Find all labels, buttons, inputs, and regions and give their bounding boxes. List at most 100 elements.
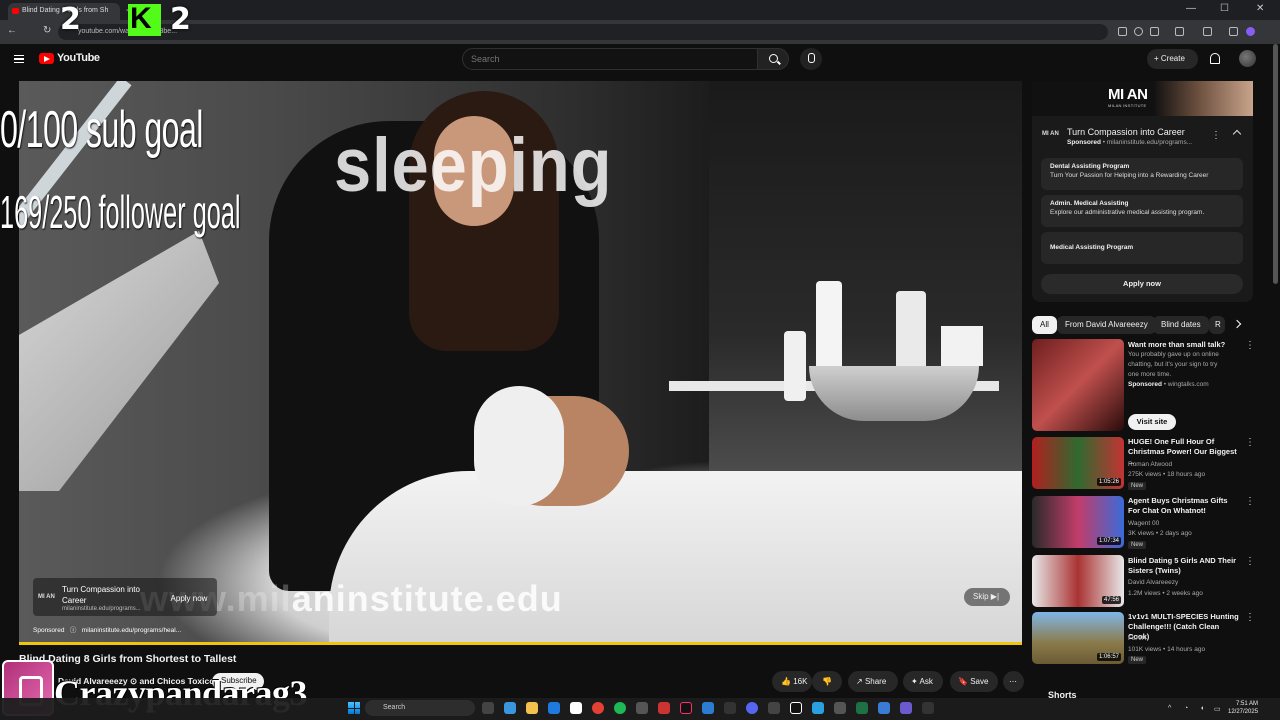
youtube-logo-icon[interactable] — [39, 53, 54, 64]
rec-title[interactable]: Agent Buys Christmas Gifts For Chat On W… — [1128, 496, 1241, 516]
tray-wifi-icon[interactable]: ◔ — [1184, 705, 1188, 712]
cast-icon[interactable] — [1118, 27, 1127, 36]
visit-site-button[interactable]: Visit site — [1128, 414, 1176, 430]
save-button[interactable]: 🔖 Save — [950, 671, 998, 692]
voice-search-mic-icon[interactable] — [800, 48, 822, 70]
rec-channel[interactable]: David Alvareeezy — [1128, 578, 1178, 588]
rec-title[interactable]: Blind Dating 5 Girls AND Their Sisters (… — [1128, 556, 1241, 576]
downloads-icon[interactable] — [1229, 27, 1238, 36]
rec-channel[interactable]: Roman Atwood — [1128, 460, 1172, 470]
sidebar-ad-more-icon[interactable]: ⋮ — [1211, 130, 1221, 141]
file-explorer-icon[interactable] — [526, 702, 538, 714]
taskbar-clock[interactable]: 7:51 AM 12/27/2025 — [1228, 700, 1258, 716]
browser-tab-bar — [0, 0, 1280, 20]
ad-apply-button[interactable]: Apply now — [165, 591, 213, 607]
app-icon[interactable] — [724, 702, 736, 714]
rec-more-icon[interactable]: ⋮ — [1245, 340, 1255, 351]
tray-volume-icon[interactable]: ◖ — [1200, 705, 1204, 712]
close-window-button[interactable]: ✕ — [1256, 3, 1264, 14]
ad-progress-bar[interactable] — [19, 642, 1022, 645]
app-icon[interactable] — [834, 702, 846, 714]
zoom-icon[interactable] — [1134, 27, 1143, 36]
account-avatar[interactable] — [1239, 50, 1256, 67]
rec-channel[interactable]: Wagent 00 — [1128, 519, 1159, 529]
kick-app-icon[interactable] — [790, 702, 802, 714]
skip-ad-button[interactable]: Skip ▶| — [964, 588, 1010, 606]
skip-icon: ▶| — [990, 592, 1000, 601]
rec-thumbnail[interactable]: 47:56 — [1032, 555, 1124, 607]
rec-more-icon[interactable]: ⋮ — [1245, 437, 1255, 448]
rec-channel[interactable]: FLAIR — [1128, 634, 1146, 644]
chip-from-channel[interactable]: From David Alvareeezy — [1057, 316, 1156, 334]
youtube-logo-text[interactable]: YouTube — [57, 52, 100, 64]
tiktok-icon[interactable] — [680, 702, 692, 714]
app-icon[interactable] — [922, 702, 934, 714]
minimize-button[interactable]: — — [1186, 3, 1196, 14]
ad-program-card[interactable]: Dental Assisting Program Turn Your Passio… — [1041, 158, 1243, 190]
store-icon[interactable] — [548, 702, 560, 714]
like-button[interactable]: 👍 16K — [772, 671, 812, 692]
taskbar-search[interactable]: Search — [365, 700, 475, 716]
windows-start-icon[interactable] — [348, 702, 360, 714]
app-icon[interactable] — [570, 702, 582, 714]
rec-meta: 275K views • 18 hours ago — [1128, 471, 1206, 478]
app-icon[interactable] — [768, 702, 780, 714]
back-button[interactable]: ← — [7, 25, 17, 36]
rec-thumbnail[interactable]: 1:05:26 — [1032, 437, 1124, 489]
rec-thumbnail[interactable]: 1:07:34 — [1032, 496, 1124, 548]
notifications-bell-icon[interactable] — [1210, 53, 1220, 64]
excel-icon[interactable] — [856, 702, 868, 714]
app-icon[interactable] — [900, 702, 912, 714]
copilot-icon[interactable] — [504, 702, 516, 714]
rec-title[interactable]: Want more than small talk? — [1128, 340, 1241, 350]
search-input[interactable] — [462, 48, 758, 70]
extensions-icon[interactable] — [1175, 27, 1184, 36]
sponsored-url[interactable]: milaninstitute.edu/programs/heal... — [82, 627, 181, 634]
chevron-right-icon[interactable] — [1232, 319, 1242, 329]
rec-thumbnail[interactable] — [1032, 339, 1124, 431]
rec-more-icon[interactable]: ⋮ — [1245, 556, 1255, 567]
share-button[interactable]: ↗ Share — [848, 671, 898, 692]
reload-button[interactable]: ↻ — [43, 25, 51, 36]
video-scene-tub — [941, 326, 983, 366]
app-icon[interactable] — [878, 702, 890, 714]
ask-button[interactable]: ✦ Ask — [903, 671, 943, 692]
video-scene-bottle — [816, 281, 842, 371]
tray-battery-icon[interactable]: ▭ — [1214, 705, 1221, 713]
more-actions-button[interactable]: ⋯ — [1003, 671, 1024, 692]
rec-thumbnail[interactable]: 1:06:57 — [1032, 612, 1124, 664]
program-title: Dental Assisting Program — [1050, 163, 1130, 170]
rec-more-icon[interactable]: ⋮ — [1245, 612, 1255, 623]
sidebar-apply-now-button[interactable]: Apply now — [1041, 274, 1243, 294]
hamburger-menu-icon[interactable] — [14, 55, 24, 63]
kick-logo-icon: K — [128, 2, 161, 36]
chrome-icon[interactable] — [592, 702, 604, 714]
app-icon[interactable] — [702, 702, 714, 714]
bookmark-star-icon[interactable] — [1150, 27, 1159, 36]
page-scrollbar[interactable] — [1273, 44, 1278, 284]
side-panel-icon[interactable] — [1203, 27, 1212, 36]
rec-more-icon[interactable]: ⋮ — [1245, 496, 1255, 507]
overlay-counter-1: 2 — [60, 2, 81, 37]
dislike-button[interactable]: 👎 — [812, 671, 842, 692]
address-bar[interactable]: youtube.com/watch?v=...13be... — [58, 24, 1108, 40]
chip-all[interactable]: All — [1032, 316, 1057, 334]
sidebar-ad-title[interactable]: Turn Compassion into Career — [1067, 127, 1185, 137]
tray-chevron-icon[interactable]: ^ — [1168, 705, 1171, 712]
maximize-button[interactable]: ☐ — [1220, 3, 1229, 14]
info-icon[interactable]: ⓘ — [70, 627, 77, 634]
ad-program-card[interactable]: Medical Assisting Program — [1041, 232, 1243, 264]
discord-icon[interactable] — [746, 702, 758, 714]
app-icon[interactable] — [812, 702, 824, 714]
chip-blind-dates[interactable]: Blind dates — [1153, 316, 1209, 334]
app-icon[interactable] — [658, 702, 670, 714]
app-icon[interactable] — [636, 702, 648, 714]
chip-more[interactable]: R — [1209, 316, 1225, 334]
spotify-icon[interactable] — [614, 702, 626, 714]
ad-program-card[interactable]: Admin. Medical Assisting Explore our admi… — [1041, 195, 1243, 227]
task-view-icon[interactable] — [482, 702, 494, 714]
search-button[interactable] — [757, 48, 789, 70]
create-button[interactable]: + Create — [1147, 49, 1198, 69]
profile-icon[interactable] — [1246, 27, 1255, 36]
ad-title[interactable]: Turn Compassion into Career — [62, 584, 162, 606]
